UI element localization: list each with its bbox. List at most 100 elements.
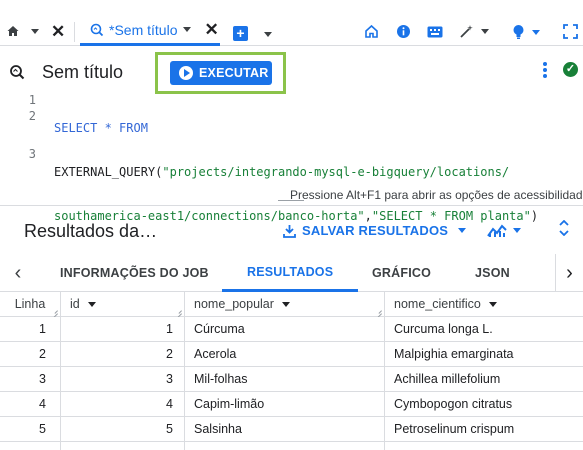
- line-number: 2: [28, 109, 36, 123]
- sort-menu-icon[interactable]: [281, 302, 290, 308]
- new-query-menu-icon[interactable]: [264, 32, 272, 37]
- sort-menu-icon[interactable]: [87, 302, 96, 308]
- cell-id[interactable]: 3: [61, 367, 185, 392]
- query-icon: [90, 23, 104, 36]
- cell-id[interactable]: 1: [61, 317, 185, 342]
- save-results-button[interactable]: SALVAR RESULTADOS: [283, 223, 467, 238]
- magic-wand-icon: [460, 25, 473, 38]
- column-header-label: Linha: [14, 297, 46, 311]
- active-tab-title: *Sem título: [109, 21, 178, 38]
- cell-nome-cientifico[interactable]: Cymbopogon citratus: [385, 392, 583, 417]
- keyboard-icon[interactable]: [427, 26, 443, 38]
- home-tab-menu-icon[interactable]: [31, 28, 39, 34]
- code-string: "projects/integrando-mysql-e-bigquery/lo…: [162, 165, 510, 179]
- info-icon[interactable]: [396, 24, 411, 39]
- column-header-id[interactable]: id: [61, 292, 185, 317]
- more-options-icon[interactable]: [543, 62, 547, 80]
- line-numbers: 1 2 3: [0, 92, 40, 162]
- row-number: 5: [0, 417, 61, 442]
- row-number: 3: [0, 367, 61, 392]
- run-button-label: EXECUTAR: [199, 66, 269, 80]
- tab-json[interactable]: JSON: [475, 254, 510, 292]
- table-row: 2 2 Acerola Malpighia emarginata: [0, 342, 583, 367]
- line-number: 1: [28, 93, 36, 107]
- table-row: 1 1 Cúrcuma Curcuma longa L.: [0, 317, 583, 342]
- code-function: EXTERNAL_QUERY(: [54, 165, 163, 179]
- table-row: 4 4 Capim-limão Cymbopogon citratus: [0, 392, 583, 417]
- column-resize-handle[interactable]: [375, 307, 382, 314]
- column-header-label: nome_cientifico: [394, 297, 481, 311]
- cell-nome-cientifico[interactable]: Curcuma longa L.: [385, 317, 583, 342]
- cell-nome-popular[interactable]: Salsinha: [185, 417, 385, 442]
- column-header-label: nome_popular: [194, 297, 274, 311]
- results-title: Resultados da…: [24, 221, 158, 241]
- results-tabs: ‹ INFORMAÇÕES DO JOB RESULTADOS GRÁFICO …: [0, 254, 583, 292]
- cell-id[interactable]: 2: [61, 342, 185, 367]
- expand-collapse-icon[interactable]: [559, 219, 569, 237]
- line-number: [0, 124, 40, 140]
- tab-bar: ✕ *Sem título ✕ +: [0, 0, 583, 46]
- fullscreen-icon[interactable]: [563, 24, 578, 39]
- cell-nome-popular[interactable]: Acerola: [185, 342, 385, 367]
- table-row: 5 5 Salsinha Petroselinum crispum: [0, 417, 583, 442]
- cell-nome-popular: [185, 442, 385, 450]
- table-row: 3 3 Mil-folhas Achillea millefolium: [0, 367, 583, 392]
- column-resize-handle[interactable]: [51, 307, 58, 314]
- cell-nome-popular[interactable]: Cúrcuma: [185, 317, 385, 342]
- cell-id[interactable]: 5: [61, 417, 185, 442]
- chevron-right-icon[interactable]: ›: [555, 254, 583, 292]
- magic-wand-menu-icon[interactable]: [481, 29, 489, 34]
- explore-data-button[interactable]: [487, 222, 521, 238]
- cell-nome-cientifico[interactable]: Petroselinum crispum: [385, 417, 583, 442]
- explore-data-menu-icon: [513, 227, 521, 233]
- tab-resultados[interactable]: RESULTADOS: [222, 254, 359, 292]
- column-header-linha[interactable]: Linha: [0, 292, 61, 317]
- cell-nome-cientifico: [385, 442, 583, 450]
- magic-wand-button[interactable]: [459, 24, 489, 39]
- chevron-left-icon[interactable]: ‹: [0, 254, 36, 292]
- home-tab[interactable]: ✕: [6, 18, 65, 44]
- save-results-menu-icon: [458, 228, 467, 233]
- tab-grafico[interactable]: GRÁFICO: [372, 254, 431, 292]
- cell-id[interactable]: 4: [61, 392, 185, 417]
- home-icon[interactable]: [364, 24, 379, 39]
- lightbulb-button[interactable]: [512, 24, 540, 40]
- accessibility-hint: Pressione Alt+F1 para abrir as opções de…: [290, 188, 583, 202]
- cell-id: [61, 442, 185, 450]
- home-icon: [7, 26, 19, 36]
- row-number: 1: [0, 317, 61, 342]
- query-icon: [10, 65, 25, 80]
- column-header-nome-cientifico[interactable]: nome_cientifico: [385, 292, 583, 317]
- editor-header: Sem título: [0, 46, 583, 92]
- row-number: 4: [0, 392, 61, 417]
- code-line-1: SELECT * FROM: [54, 121, 148, 135]
- row-number: 2: [0, 342, 61, 367]
- lightbulb-icon: [513, 25, 524, 39]
- download-icon: [283, 224, 296, 238]
- play-icon: [179, 66, 193, 80]
- column-header-nome-popular[interactable]: nome_popular: [185, 292, 385, 317]
- table-row-partial: [0, 442, 583, 450]
- cell-nome-popular[interactable]: Capim-limão: [185, 392, 385, 417]
- cell-nome-cientifico[interactable]: Achillea millefolium: [385, 367, 583, 392]
- tab-menu-icon[interactable]: [183, 27, 192, 32]
- lightbulb-menu-icon[interactable]: [532, 29, 540, 35]
- results-header: Resultados da… SALVAR RESULTADOS: [0, 206, 583, 254]
- table-header-row: Linha id nome_popular nome_cientifico: [0, 292, 583, 317]
- tab-sem-titulo[interactable]: *Sem título ✕: [80, 16, 220, 46]
- sort-menu-icon[interactable]: [488, 302, 497, 308]
- row-number: [0, 442, 61, 450]
- chart-icon: [487, 224, 507, 237]
- run-button[interactable]: EXECUTAR: [170, 61, 272, 85]
- close-home-tab-icon[interactable]: ✕: [51, 23, 65, 40]
- column-header-label: id: [70, 297, 80, 311]
- tab-informacoes-do-job[interactable]: INFORMAÇÕES DO JOB: [60, 254, 209, 292]
- editor-title: Sem título: [42, 62, 124, 82]
- save-results-label: SALVAR RESULTADOS: [302, 223, 449, 238]
- new-query-icon[interactable]: +: [233, 26, 248, 41]
- cell-nome-cientifico[interactable]: Malpighia emarginata: [385, 342, 583, 367]
- line-number: 3: [28, 147, 36, 161]
- column-resize-handle[interactable]: [175, 307, 182, 314]
- close-tab-icon[interactable]: ✕: [204, 21, 218, 38]
- cell-nome-popular[interactable]: Mil-folhas: [185, 367, 385, 392]
